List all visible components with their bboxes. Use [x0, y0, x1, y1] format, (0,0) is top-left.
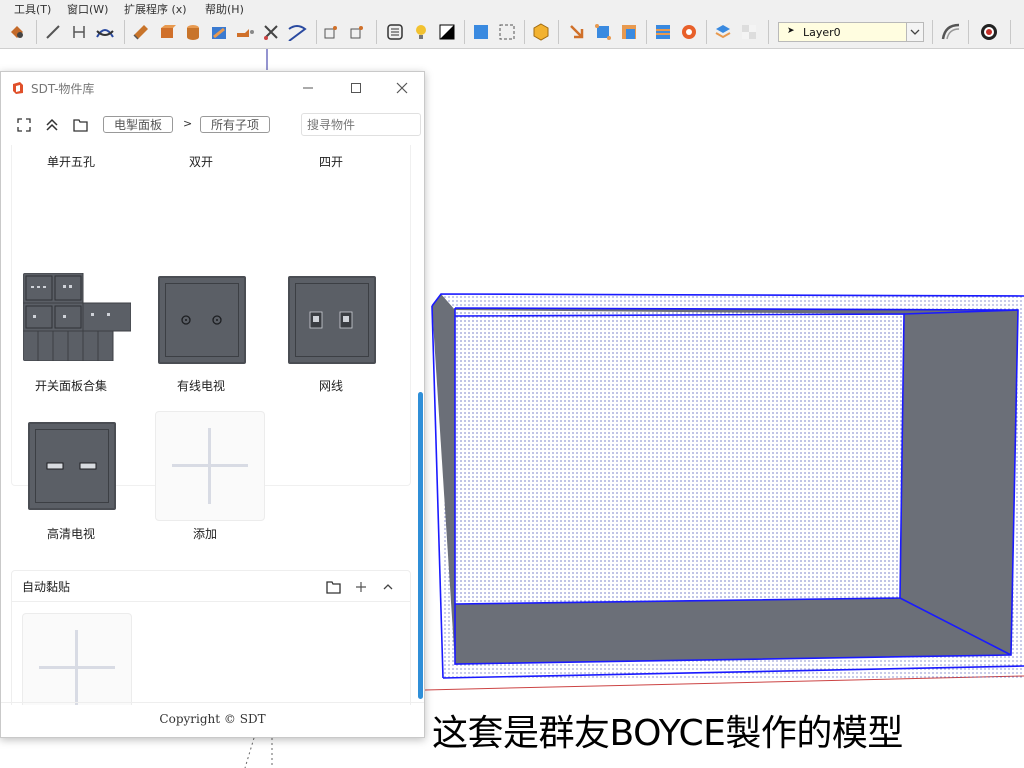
door-icon[interactable] — [618, 21, 640, 43]
contrast-icon[interactable] — [436, 21, 458, 43]
plus-icon[interactable] — [354, 579, 368, 598]
folder-icon[interactable] — [73, 117, 88, 136]
dimension-tool-icon[interactable] — [68, 21, 90, 43]
dashed-box-icon[interactable] — [496, 21, 518, 43]
panel-title: SDT-物件库 — [31, 82, 95, 96]
search-input[interactable] — [301, 113, 421, 136]
maximize-button[interactable] — [341, 76, 371, 100]
grid-component-icon[interactable] — [592, 21, 614, 43]
auto-paste-section: 自动黏贴 添加 — [11, 570, 411, 705]
cylinder-tool-icon[interactable] — [182, 21, 204, 43]
checker-icon[interactable] — [738, 21, 760, 43]
library-scroll-area[interactable]: 单开五孔 双开 四开 开关面板合集 有线电视 网线 高清电视 添加 自动黏贴 — [1, 145, 413, 705]
curve-icon[interactable] — [940, 21, 962, 43]
section-title: 自动黏贴 — [22, 580, 71, 594]
sketchup-logo-icon — [11, 80, 25, 99]
close-button[interactable] — [387, 76, 417, 100]
shelf-icon[interactable] — [652, 21, 674, 43]
library-item-network[interactable]: 网线 — [276, 273, 386, 403]
library-item-cable-tv[interactable]: 有线电视 — [146, 273, 256, 403]
library-item-quad[interactable]: 四开 — [276, 145, 386, 273]
collapse-up-icon[interactable] — [45, 117, 59, 136]
folder-icon[interactable] — [326, 579, 341, 598]
hd-tv-thumbnail — [28, 422, 116, 510]
switch-collection-thumbnail — [23, 273, 131, 361]
extrude-tool-icon[interactable] — [234, 21, 256, 43]
arrow-corner-icon[interactable] — [566, 21, 588, 43]
breadcrumb-subcategory[interactable]: 所有子项 — [200, 116, 270, 133]
layers-icon[interactable] — [712, 21, 734, 43]
breadcrumb-category[interactable]: 电掣面板 — [103, 116, 173, 133]
expand-icon[interactable] — [17, 117, 31, 136]
add-label: 添加 — [192, 527, 217, 541]
menu-extensions[interactable]: 扩展程序 (x) — [124, 1, 187, 17]
chevron-up-icon[interactable] — [381, 579, 395, 598]
paint-bucket-icon[interactable] — [6, 21, 28, 43]
line-tool-icon[interactable] — [42, 21, 64, 43]
library-item-single-five-hole[interactable]: 单开五孔 — [16, 145, 126, 273]
cursor-icon: ➤ — [787, 26, 795, 36]
copyright-text: Copyright © SDT — [159, 712, 266, 726]
box-tool-icon[interactable] — [156, 21, 178, 43]
menu-help[interactable]: 帮助(H) — [205, 1, 244, 17]
scissors-icon[interactable] — [260, 21, 282, 43]
toolbar: ➤ Layer0 — [0, 16, 1024, 49]
arc-tool-icon[interactable] — [94, 21, 116, 43]
lifebuoy-icon[interactable] — [678, 21, 700, 43]
auto-paste-add-tile[interactable] — [22, 613, 132, 705]
layer-dropdown[interactable]: ➤ Layer0 — [778, 22, 924, 42]
lightbulb-icon[interactable] — [410, 21, 432, 43]
library-add-item[interactable]: 添加 — [146, 411, 265, 541]
cable-tv-thumbnail — [158, 276, 246, 364]
menu-window[interactable]: 窗口(W) — [67, 1, 108, 17]
library-item-double[interactable]: 双开 — [146, 145, 256, 273]
sweep-tool-icon[interactable] — [208, 21, 230, 43]
blue-square-icon[interactable] — [470, 21, 492, 43]
library-item-switch-collection[interactable]: 开关面板合集 — [16, 273, 131, 403]
layer-value: Layer0 — [803, 26, 841, 39]
add-tile — [155, 411, 265, 521]
menu-tools[interactable]: 工具(T) — [14, 1, 51, 17]
menu-bar: 工具(T) 窗口(W) 扩展程序 (x) 帮助(H) — [0, 0, 1024, 16]
intersect-icon[interactable] — [320, 21, 342, 43]
video-caption: 这套是群友BOYCE製作的模型 — [432, 713, 903, 754]
panel-titlebar[interactable]: SDT-物件库 — [1, 72, 424, 104]
breadcrumb-separator: > — [183, 117, 193, 130]
library-panel: SDT-物件库 电掣面板 > 所有子项 单开五孔 — [0, 71, 425, 738]
network-thumbnail — [288, 276, 376, 364]
chevron-down-icon[interactable] — [906, 23, 923, 41]
minimize-button[interactable] — [293, 76, 323, 100]
follow-me-icon[interactable] — [286, 21, 308, 43]
pushpull-icon[interactable] — [130, 21, 152, 43]
hexagon-icon[interactable] — [530, 21, 552, 43]
sdt-logo-icon[interactable] — [978, 21, 1000, 43]
list-icon[interactable] — [384, 21, 406, 43]
vertical-scrollbar[interactable] — [418, 392, 423, 699]
subtract-icon[interactable] — [346, 21, 368, 43]
library-item-hd-tv[interactable]: 高清电视 — [16, 421, 126, 551]
